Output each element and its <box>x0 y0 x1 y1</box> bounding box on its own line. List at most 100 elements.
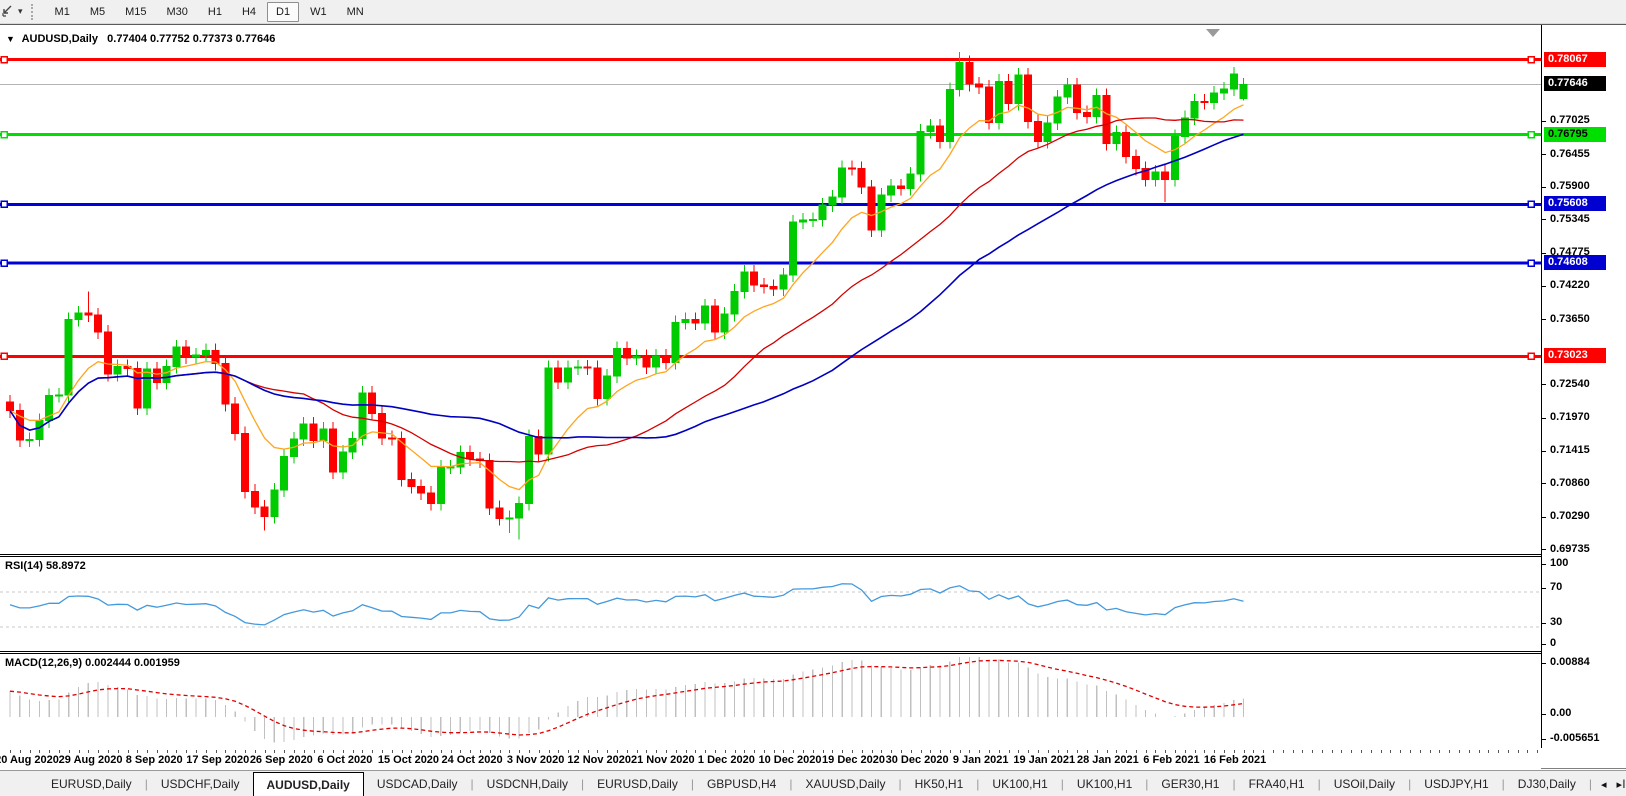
time-tick-dash <box>1243 750 1245 753</box>
time-tick-dash <box>548 750 550 753</box>
time-tick-dash <box>391 750 393 753</box>
bear-candle <box>387 437 396 440</box>
bull-candle <box>603 375 612 399</box>
chart-tab-usdcnh-daily[interactable]: USDCNH,Daily <box>474 771 581 796</box>
time-tick-dash <box>107 750 109 753</box>
bear-candle <box>103 331 112 375</box>
chart-tab-uk100-h1[interactable]: UK100,H1 <box>979 771 1060 796</box>
chart-tab-usdjpy-h1[interactable]: USDJPY,H1 <box>1411 771 1501 796</box>
timeframe-button-H4[interactable]: H4 <box>233 2 265 22</box>
chart-tab-ger30-h1[interactable]: GER30,H1 <box>1148 771 1232 796</box>
bear-candle <box>1131 156 1140 169</box>
date-label: 3 Nov 2020 <box>506 754 565 766</box>
level-line-handle-icon[interactable] <box>1527 130 1535 139</box>
macd-tick-label: 0.00 <box>1550 707 1572 719</box>
bear-candle <box>466 451 475 460</box>
timeframe-button-M1[interactable]: M1 <box>46 2 79 22</box>
price-axis[interactable]: 0.77025 0.76455 0.75900 0.75345 0.74775 0.742… <box>1541 25 1626 748</box>
time-tick-dash <box>949 750 951 753</box>
level-line-handle-icon[interactable] <box>1527 352 1535 361</box>
level-line-handle-icon[interactable] <box>0 130 8 139</box>
price-level-badge: 0.77646 <box>1544 76 1606 92</box>
rsi-label: RSI(14) 58.8972 <box>5 560 86 572</box>
macd-tick-label: -0.005651 <box>1550 732 1600 744</box>
tab-scroll-left-icon[interactable]: ◂ <box>1601 778 1607 791</box>
time-tick-dash <box>822 750 824 753</box>
time-tick-dash <box>1321 750 1323 753</box>
timeframe-button-M15[interactable]: M15 <box>116 2 155 22</box>
time-tick-dash <box>783 750 785 753</box>
bear-candle <box>260 506 269 518</box>
bear-candle <box>1082 111 1091 118</box>
timeframe-button-W1[interactable]: W1 <box>301 2 336 22</box>
level-line-handle-icon[interactable] <box>0 259 8 267</box>
chart-tab-eurusd-daily[interactable]: EURUSD,Daily <box>38 771 145 796</box>
time-axis[interactable]: 20 Aug 2020 29 Aug 2020 8 Sep 2020 17 Sep 2… <box>0 750 1541 770</box>
time-tick-dash <box>665 750 667 753</box>
level-line-handle-icon[interactable] <box>0 200 8 209</box>
level-line-handle-icon[interactable] <box>1527 200 1535 209</box>
time-tick-dash <box>1106 750 1108 753</box>
timeframe-button-MN[interactable]: MN <box>338 2 373 22</box>
time-tick-dash <box>1165 750 1167 753</box>
time-tick-dash <box>842 750 844 753</box>
bear-candle <box>495 507 504 519</box>
chart-tab-gbpusd-h4[interactable]: GBPUSD,H4 <box>694 771 789 796</box>
bull-candle <box>270 489 279 518</box>
time-tick-dash <box>156 750 158 753</box>
timeframe-toolbar: ▾ M1 M5 M15 M30 H1 H4 D1 W1 MN <box>0 0 1626 24</box>
time-tick-dash <box>137 750 139 753</box>
time-tick-dash <box>1468 750 1470 753</box>
rsi-tick-label: 100 <box>1550 557 1569 569</box>
date-label: 21 Nov 2020 <box>630 754 695 766</box>
chart-tab-eurusd-daily[interactable]: EURUSD,Daily <box>584 771 691 796</box>
chart-tab-usdchf-daily[interactable]: USDCHF,Daily <box>148 771 253 796</box>
tab-scroll-right-icon[interactable]: ▸ <box>1616 778 1622 791</box>
level-line-handle-icon[interactable] <box>0 352 8 361</box>
time-tick-dash <box>127 750 129 753</box>
bull-candle <box>172 346 181 368</box>
chart-tab-uk100-h1[interactable]: UK100,H1 <box>1064 771 1145 796</box>
time-tick-dash <box>88 750 90 753</box>
bull-candle <box>1210 92 1219 103</box>
chart-tab-fra40-h1[interactable]: FRA40,H1 <box>1236 771 1318 796</box>
chart-tab-hk50-h1[interactable]: HK50,H1 <box>902 771 977 796</box>
bear-candle <box>985 86 993 123</box>
chart-tab-usoil-daily[interactable]: USOil,Daily <box>1321 771 1408 796</box>
time-tick-dash <box>1224 750 1225 753</box>
macd-indicator-pane[interactable]: MACD(12,26,9) 0.002444 0.001959 <box>0 653 1541 752</box>
chart-tab-xauusd-daily[interactable]: XAUUSD,Daily <box>792 771 898 796</box>
timeframe-button-D1[interactable]: D1 <box>267 1 300 22</box>
time-tick-dash <box>29 750 31 753</box>
bear-candle <box>240 433 249 492</box>
time-tick-dash <box>1351 750 1353 753</box>
bull-candle <box>1014 74 1023 105</box>
time-tick-dash <box>587 750 589 753</box>
time-tick-dash <box>78 750 80 753</box>
level-line-handle-icon[interactable] <box>0 55 8 64</box>
bull-candle <box>338 451 347 473</box>
time-tick-dash <box>166 750 168 753</box>
time-tick-dash <box>245 750 246 753</box>
timeframe-button-M30[interactable]: M30 <box>158 2 197 22</box>
toolbar-grip-handle[interactable] <box>30 3 39 20</box>
cursor-tool-button[interactable]: ▾ <box>0 1 27 23</box>
candlestick-canvas[interactable] <box>0 27 1541 554</box>
time-tick-dash <box>891 750 893 753</box>
level-line-handle-icon[interactable] <box>1527 55 1535 64</box>
time-tick-dash <box>274 750 276 753</box>
main-price-pane[interactable]: ▼ AUDUSD,Daily 0.77404 0.77752 0.77373 0… <box>0 27 1541 555</box>
timeframe-button-M5[interactable]: M5 <box>81 2 114 22</box>
bull-candle <box>887 185 896 196</box>
bear-candle <box>710 305 719 333</box>
time-tick-dash <box>1116 750 1118 753</box>
level-line-handle-icon[interactable] <box>1527 259 1535 267</box>
chart-collapse-caret-icon[interactable]: ▼ <box>6 34 15 44</box>
timeframe-button-H1[interactable]: H1 <box>199 2 231 22</box>
rsi-indicator-pane[interactable]: RSI(14) 58.8972 <box>0 556 1541 652</box>
tool-dropdown-caret-icon[interactable]: ▾ <box>18 6 23 17</box>
chart-tab-audusd-daily[interactable]: AUDUSD,Daily <box>252 772 364 796</box>
chart-tab-usdcad-daily[interactable]: USDCAD,Daily <box>364 771 471 796</box>
chart-tab-dj30-daily[interactable]: DJ30,Daily <box>1505 771 1589 796</box>
bear-candle <box>642 356 651 368</box>
